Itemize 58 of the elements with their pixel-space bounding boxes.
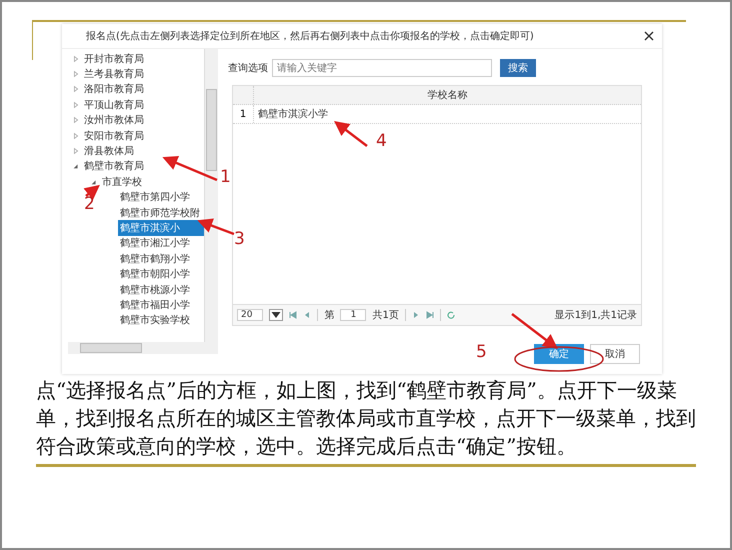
tree-item[interactable]: 平顶山教育局 xyxy=(82,97,146,113)
page-total: 共1页 xyxy=(372,308,399,322)
collapsed-triangle-icon[interactable] xyxy=(72,85,80,94)
annotation-arrow xyxy=(197,218,234,236)
collapsed-triangle-icon[interactable] xyxy=(72,132,80,140)
annotation-number: 4 xyxy=(376,131,387,151)
tree-item[interactable]: 鹤壁市实验学校 xyxy=(118,312,192,328)
last-page-icon[interactable] xyxy=(426,311,434,319)
search-button[interactable]: 搜索 xyxy=(500,59,536,77)
tree-item[interactable]: 鹤壁市淇滨小 xyxy=(118,220,204,236)
dialog-title: 报名点(先点击左侧列表选择定位到所在地区，然后再右侧列表中点击你项报名的学校，点击确定即可) xyxy=(86,30,535,43)
search-field[interactable]: 请输入关键字 xyxy=(272,59,492,77)
caption-text: 点“选择报名点”后的方框，如上图，找到“鹤壁市教育局”。点开下一级菜单，找到报名点所在的城区主管教体局或市直学校，点开下一级菜单，找到符合政策或意向的学校，选中。选择完成后点击“确定”按钮。 xyxy=(36,376,696,467)
table-cell[interactable]: 鹤壁市淇滨小学 xyxy=(254,105,641,123)
annotation-number: 5 xyxy=(476,342,487,362)
search-label: 查询选项 xyxy=(228,62,268,75)
tree-item[interactable]: 鹤壁市第四小学 xyxy=(118,190,192,205)
collapsed-triangle-icon[interactable] xyxy=(72,70,80,78)
annotation-number: 3 xyxy=(234,229,245,249)
tree-item[interactable]: 兰考县教育局 xyxy=(82,66,146,82)
record-summary: 显示1到1,共1记录 xyxy=(554,308,637,322)
tree-item[interactable]: 鹤壁市教育局 xyxy=(82,158,146,174)
tree-item[interactable]: 鹤壁市福田小学 xyxy=(118,297,192,313)
collapsed-triangle-icon[interactable] xyxy=(72,116,80,124)
row-number: 1 xyxy=(233,105,254,123)
expanded-triangle-icon[interactable] xyxy=(72,162,80,170)
page-prefix: 第 xyxy=(324,309,334,322)
collapsed-triangle-icon[interactable] xyxy=(72,100,80,109)
tree-item[interactable]: 鹤壁市桃源小学 xyxy=(118,282,192,298)
collapsed-triangle-icon[interactable] xyxy=(72,54,80,63)
tree-item[interactable]: 汝州市教体局 xyxy=(82,112,146,128)
vertical-scrollbar[interactable] xyxy=(204,49,218,342)
next-page-icon[interactable] xyxy=(412,311,420,319)
tree-item[interactable]: 洛阳市教育局 xyxy=(82,82,146,98)
annotation-number: 2 xyxy=(84,194,95,214)
expanded-triangle-icon[interactable] xyxy=(90,178,98,186)
annotation-arrow xyxy=(334,120,368,147)
tree-item[interactable]: 鹤壁市朝阳小学 xyxy=(118,266,192,282)
annotation-arrow xyxy=(162,156,218,182)
tree-item[interactable]: 鹤壁市鹤翔小学 xyxy=(118,251,192,266)
close-icon[interactable] xyxy=(644,31,654,41)
tree-item[interactable]: 安阳市教育局 xyxy=(82,128,146,144)
tree-item[interactable]: 开封市教育局 xyxy=(82,51,146,66)
cancel-button[interactable]: 取消 xyxy=(590,344,640,364)
page-size-field[interactable]: 20 xyxy=(237,309,264,321)
tree-item[interactable]: 市直学校 xyxy=(100,174,144,190)
collapsed-triangle-icon[interactable] xyxy=(72,147,80,156)
tree-item[interactable]: 鹤壁市湘江小学 xyxy=(118,236,192,252)
horizontal-scrollbar[interactable] xyxy=(68,342,218,354)
tree-item[interactable]: 滑县教体局 xyxy=(82,143,136,159)
tree-item[interactable]: 鹤壁市师范学校附 xyxy=(118,204,202,220)
refresh-icon[interactable] xyxy=(446,311,455,319)
page-number-field[interactable]: 1 xyxy=(340,309,366,321)
column-header: 学校名称 xyxy=(426,88,468,103)
dropdown-icon[interactable] xyxy=(269,309,284,321)
annotation-number: 1 xyxy=(220,167,231,187)
first-page-icon[interactable] xyxy=(289,311,298,319)
previous-page-icon[interactable] xyxy=(303,311,312,319)
